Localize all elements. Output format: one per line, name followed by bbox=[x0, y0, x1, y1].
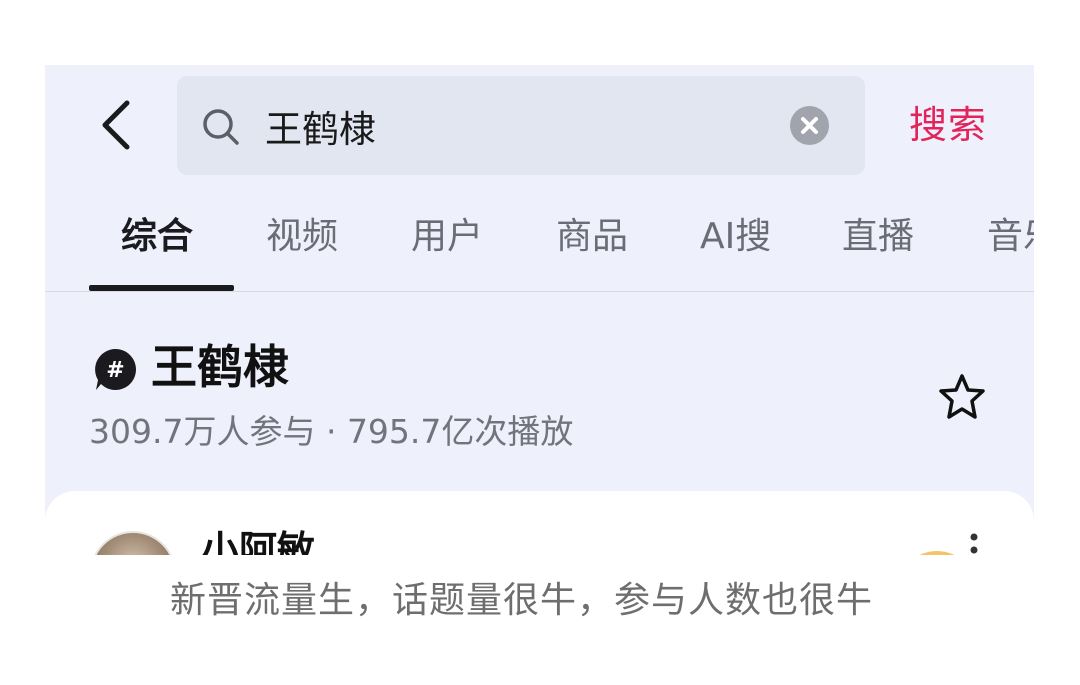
tab-ai-search[interactable]: AI搜 bbox=[700, 207, 771, 267]
search-icon bbox=[203, 109, 239, 145]
chevron-left-icon bbox=[102, 100, 130, 150]
post-card[interactable]: 小阿敏 bbox=[45, 491, 1034, 555]
tab-all[interactable]: 综合 bbox=[121, 207, 193, 267]
clear-button[interactable] bbox=[790, 106, 829, 145]
tab-users[interactable]: 用户 bbox=[411, 207, 483, 267]
svg-text:#: # bbox=[106, 358, 124, 383]
badge-icon bbox=[897, 551, 977, 555]
back-button[interactable] bbox=[97, 95, 145, 155]
close-icon bbox=[801, 117, 818, 134]
avatar[interactable] bbox=[90, 531, 176, 555]
search-box[interactable] bbox=[177, 76, 865, 175]
star-icon bbox=[939, 374, 985, 419]
search-input[interactable] bbox=[265, 98, 765, 154]
more-vertical-icon bbox=[970, 533, 978, 554]
hashtag-icon: # bbox=[93, 347, 138, 392]
favorite-button[interactable] bbox=[937, 372, 987, 422]
tab-live[interactable]: 直播 bbox=[842, 207, 914, 267]
divider bbox=[45, 291, 1034, 292]
search-results-screen: 搜索 综合 视频 用户 商品 AI搜 直播 音乐 # 王鹤棣 309.7万人参与… bbox=[45, 65, 1034, 555]
topic-title[interactable]: 王鹤棣 bbox=[151, 337, 289, 397]
caption-area: 新晋流量生，话题量很牛，参与人数也很牛 bbox=[0, 560, 1080, 685]
topic-stats: 309.7万人参与 · 795.7亿次播放 bbox=[89, 412, 574, 451]
tab-products[interactable]: 商品 bbox=[556, 207, 628, 267]
search-button[interactable]: 搜索 bbox=[909, 97, 987, 153]
tab-video[interactable]: 视频 bbox=[266, 207, 338, 267]
more-options-button[interactable] bbox=[968, 531, 980, 555]
author-name[interactable]: 小阿敏 bbox=[201, 525, 315, 555]
tab-music[interactable]: 音乐 bbox=[987, 207, 1034, 267]
category-tabs: 综合 视频 用户 商品 AI搜 直播 音乐 bbox=[45, 207, 1034, 291]
caption-text: 新晋流量生，话题量很牛，参与人数也很牛 bbox=[170, 580, 874, 621]
